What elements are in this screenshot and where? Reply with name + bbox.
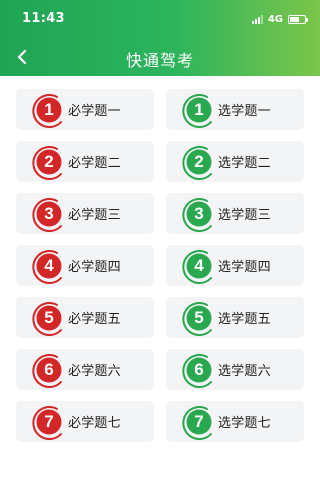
question-grid: 1 必学题一 1 选学题一 2 必学题二 2 选学题二 3 必学题三 3 选学题三 4 必学题四 4 选学题四… (16, 89, 304, 453)
question-label: 选学题七 (218, 416, 271, 431)
required-question-2[interactable]: 2 必学题二 (16, 141, 154, 182)
badge-number: 3 (44, 203, 54, 223)
question-row: 5 必学题五 5 选学题五 (16, 297, 304, 338)
badge-number: 7 (44, 411, 54, 431)
question-label: 选学题一 (218, 104, 271, 119)
question-label: 必学题一 (68, 104, 121, 119)
number-badge: 2 (180, 143, 218, 181)
question-label: 必学题五 (68, 312, 121, 327)
required-question-5[interactable]: 5 必学题五 (16, 297, 154, 338)
status-bar: 11:43 4G (0, 0, 320, 38)
required-question-3[interactable]: 3 必学题三 (16, 193, 154, 234)
elective-question-4[interactable]: 4 选学题四 (166, 245, 304, 286)
elective-question-2[interactable]: 2 选学题二 (166, 141, 304, 182)
elective-question-5[interactable]: 5 选学题五 (166, 297, 304, 338)
status-time: 11:43 (22, 11, 65, 26)
badge-number: 6 (194, 359, 204, 379)
number-badge: 5 (30, 299, 68, 337)
number-badge: 1 (30, 91, 68, 129)
question-label: 必学题三 (68, 208, 121, 223)
question-label: 选学题六 (218, 364, 271, 379)
badge-number: 2 (194, 151, 204, 171)
required-question-1[interactable]: 1 必学题一 (16, 89, 154, 130)
number-badge: 3 (30, 195, 68, 233)
number-badge: 4 (180, 247, 218, 285)
question-row: 3 必学题三 3 选学题三 (16, 193, 304, 234)
status-icons: 4G (251, 12, 308, 26)
question-row: 6 必学题六 6 选学题六 (16, 349, 304, 390)
number-badge: 2 (30, 143, 68, 181)
badge-number: 6 (44, 359, 54, 379)
question-label: 选学题五 (218, 312, 271, 327)
required-question-4[interactable]: 4 必学题四 (16, 245, 154, 286)
question-label: 选学题三 (218, 208, 271, 223)
question-row: 4 必学题四 4 选学题四 (16, 245, 304, 286)
question-row: 1 必学题一 1 选学题一 (16, 89, 304, 130)
badge-number: 2 (44, 151, 54, 171)
question-row: 2 必学题二 2 选学题二 (16, 141, 304, 182)
elective-question-7[interactable]: 7 选学题七 (166, 401, 304, 442)
question-label: 选学题四 (218, 260, 271, 275)
app-header: 11:43 4G 快通驾考 (0, 0, 320, 76)
badge-number: 3 (194, 203, 204, 223)
nav-bar: 快通驾考 (0, 38, 320, 76)
question-label: 必学题二 (68, 156, 121, 171)
number-badge: 6 (30, 351, 68, 389)
number-badge: 5 (180, 299, 218, 337)
badge-number: 1 (194, 99, 204, 119)
badge-number: 5 (44, 307, 54, 327)
badge-number: 7 (194, 411, 204, 431)
question-label: 必学题六 (68, 364, 121, 379)
required-question-6[interactable]: 6 必学题六 (16, 349, 154, 390)
badge-number: 5 (194, 307, 204, 327)
number-badge: 6 (180, 351, 218, 389)
question-label: 必学题七 (68, 416, 121, 431)
elective-question-1[interactable]: 1 选学题一 (166, 89, 304, 130)
elective-question-6[interactable]: 6 选学题六 (166, 349, 304, 390)
number-badge: 7 (30, 403, 68, 441)
question-row: 7 必学题七 7 选学题七 (16, 401, 304, 442)
badge-number: 1 (44, 99, 54, 119)
battery-icon (288, 14, 308, 24)
question-label: 必学题四 (68, 260, 121, 275)
number-badge: 7 (180, 403, 218, 441)
elective-question-3[interactable]: 3 选学题三 (166, 193, 304, 234)
badge-number: 4 (194, 255, 204, 275)
badge-number: 4 (44, 255, 54, 275)
signal-icon (251, 14, 263, 24)
number-badge: 1 (180, 91, 218, 129)
required-question-7[interactable]: 7 必学题七 (16, 401, 154, 442)
page-title: 快通驾考 (125, 51, 194, 70)
question-label: 选学题二 (218, 156, 271, 171)
number-badge: 3 (180, 195, 218, 233)
number-badge: 4 (30, 247, 68, 285)
network-label: 4G (267, 13, 283, 25)
